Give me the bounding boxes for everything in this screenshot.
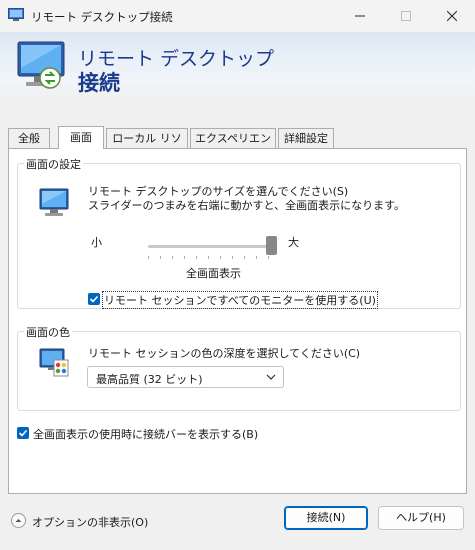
chevron-up-icon <box>15 519 22 522</box>
colors-group: 画面の色 リモート セッションの色の深度を選択してください(C) 最高品質 (3… <box>17 324 461 411</box>
close-icon <box>446 10 458 21</box>
color-depth-description: リモート セッションの色の深度を選択してください(C) <box>88 347 361 360</box>
slider-max-label: 大 <box>288 236 299 249</box>
options-toggle-label[interactable]: オプションの非表示(O) <box>32 514 148 530</box>
slider-tick <box>268 256 269 259</box>
display-size-slider-thumb[interactable] <box>266 236 277 255</box>
tab-general[interactable]: 全般 <box>8 128 50 148</box>
all-monitors-label[interactable]: リモート セッションですべてのモニターを使用する(U) <box>102 291 378 309</box>
slider-tick <box>172 256 173 259</box>
chevron-down-icon <box>266 374 276 380</box>
slider-tick <box>256 256 257 259</box>
window-title: リモート デスクトップ接続 <box>31 10 173 24</box>
slider-tick <box>160 256 161 259</box>
slider-tick <box>220 256 221 259</box>
help-button[interactable]: ヘルプ(H) <box>378 506 464 530</box>
remote-desktop-app-icon <box>8 8 24 21</box>
display-size-value: 全画面表示 <box>186 267 241 280</box>
display-monitor-icon <box>39 188 69 216</box>
slider-min-label: 小 <box>91 236 102 249</box>
minimize-icon <box>355 15 365 16</box>
tab-local-resources[interactable]: ローカル リソース <box>106 128 188 164</box>
display-settings-legend: 画面の設定 <box>24 156 83 172</box>
tab-display[interactable]: 画面 <box>58 126 104 149</box>
tab-advanced[interactable]: 詳細設定 <box>278 128 334 148</box>
display-size-hint: スライダーのつまみを右端に動かすと、全画面表示になります。 <box>88 199 406 212</box>
options-toggle-button[interactable] <box>11 513 26 528</box>
maximize-button[interactable] <box>383 0 429 32</box>
minimize-button[interactable] <box>337 0 383 32</box>
title-bar: リモート デスクトップ接続 <box>0 0 475 32</box>
connection-bar-label[interactable]: 全画面表示の使用時に接続バーを表示する(B) <box>33 426 258 442</box>
slider-tick <box>148 256 149 259</box>
slider-tick <box>184 256 185 259</box>
display-size-slider-track[interactable] <box>148 245 274 248</box>
color-palette-monitor-icon <box>39 348 69 377</box>
display-settings-group: 画面の設定 リモート デスクトップのサイズを選んでください(S) スライダーのつ… <box>17 156 461 309</box>
tab-experience[interactable]: エクスペリエンス <box>190 128 276 164</box>
color-depth-value: 最高品質 (32 ビット) <box>96 373 203 386</box>
header-banner: リモート デスクトップ 接続 <box>0 32 475 100</box>
colors-legend: 画面の色 <box>24 324 72 340</box>
color-depth-select[interactable]: 最高品質 (32 ビット) <box>87 366 284 388</box>
checkmark-icon <box>18 429 28 437</box>
slider-tick <box>244 256 245 259</box>
remote-desktop-monitor-icon <box>17 41 65 89</box>
close-button[interactable] <box>429 0 475 32</box>
connection-bar-checkbox[interactable] <box>17 427 29 439</box>
all-monitors-checkbox[interactable] <box>88 293 100 305</box>
slider-tick <box>232 256 233 259</box>
banner-title-line2: 接続 <box>78 71 120 95</box>
connect-button[interactable]: 接続(N) <box>284 506 368 530</box>
checkmark-icon <box>89 295 99 303</box>
tab-panel: 画面の設定 リモート デスクトップのサイズを選んでください(S) スライダーのつ… <box>8 148 467 494</box>
slider-tick <box>196 256 197 259</box>
slider-tick <box>208 256 209 259</box>
maximize-icon <box>401 10 411 21</box>
